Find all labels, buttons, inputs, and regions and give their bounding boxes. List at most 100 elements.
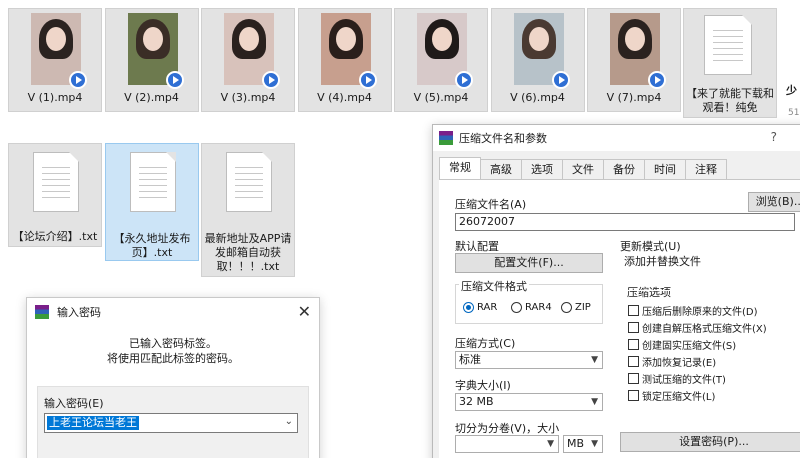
radio-label: RAR4 [525,302,552,313]
checkbox-box [628,390,639,401]
text-file-icon [704,15,752,75]
tab-backup[interactable]: 备份 [603,159,645,179]
chevron-down-icon: ▼ [591,439,598,449]
password-input[interactable]: 上老王论坛当老王 ⌄ [44,413,298,433]
dialog-titlebar[interactable]: 压缩文件名和参数 ? [433,125,800,151]
file-name: 【永久地址发布页】.txt [113,232,191,259]
dictionary-size-value: 32 MB [459,395,494,408]
chevron-down-icon[interactable]: ⌄ [285,416,293,427]
checkbox-solid[interactable]: 创建固实压缩文件(S) [628,337,736,352]
checkbox-delete-after[interactable]: 压缩后删除原来的文件(D) [628,303,758,318]
browse-button[interactable]: 浏览(B)... [748,192,800,212]
edge-text: 少 [786,84,797,97]
checkbox-test[interactable]: 测试压缩的文件(T) [628,371,726,386]
radio-dot [561,302,572,313]
checkbox-recovery[interactable]: 添加恢复记录(E) [628,354,716,369]
file-name: V (1).mp4 [27,91,83,104]
close-icon[interactable]: ✕ [298,302,311,321]
file-name: V (7).mp4 [606,91,662,104]
chevron-down-icon: ▼ [547,439,554,449]
archive-name-label: 压缩文件名(A) [455,198,527,211]
help-icon[interactable]: ? [771,130,777,144]
video-file-tile[interactable]: V (3).mp4 [201,8,295,112]
radio-zip[interactable]: ZIP [561,302,591,313]
file-name: V (6).mp4 [510,91,565,104]
video-file-tile[interactable]: V (5).mp4 [394,8,488,112]
file-name: 【论坛介绍】.txt [12,230,98,243]
file-name: 最新地址及APP请发邮箱自动获取！！！.txt [204,232,292,273]
checkbox-sfx[interactable]: 创建自解压格式压缩文件(X) [628,320,767,335]
radio-dot [463,302,474,313]
profiles-button[interactable]: 配置文件(F)... [455,253,603,273]
checkbox-label: 创建自解压格式压缩文件(X) [642,324,767,335]
video-file-tile[interactable]: V (4).mp4 [297,8,392,112]
split-unit-select[interactable]: MB ▼ [563,435,603,453]
file-name: 【来了就能下载和观看！纯免 [686,87,774,114]
winrar-icon [35,305,49,319]
radio-rar4[interactable]: RAR4 [511,302,552,313]
update-mode-select[interactable]: 添加并替换文件 [620,253,800,271]
text-file-icon [130,152,176,212]
password-panel: 输入密码(E) 上老王论坛当老王 ⌄ [37,386,309,458]
split-volumes-label: 切分为分卷(V)，大小 [455,422,560,435]
file-tile-forum-intro[interactable]: 【论坛介绍】.txt [8,143,102,247]
file-name: V (4).mp4 [317,91,372,104]
tab-advanced[interactable]: 高级 [480,159,522,179]
compression-method-value: 标准 [459,353,481,366]
video-file-tile[interactable]: V (7).mp4 [587,8,681,112]
checkbox-box [628,305,639,316]
checkbox-box [628,322,639,333]
play-badge-icon [551,71,570,89]
archive-name-field[interactable]: 26072007 [455,213,795,231]
play-badge-icon [69,71,87,89]
dialog-title: 输入密码 [57,306,101,319]
play-badge-icon [165,71,184,89]
file-name: V (3).mp4 [220,91,276,104]
file-tile-doc[interactable]: 【来了就能下载和观看！纯免 [683,8,777,118]
enter-password-dialog: 输入密码 ✕ 已输入密码标签。 将使用匹配此标签的密码。 输入密码(E) 上老王… [26,297,320,458]
radio-label: ZIP [575,302,591,313]
video-file-tile[interactable]: V (6).mp4 [490,8,585,112]
checkbox-label: 锁定压缩文件(L) [642,392,716,403]
dialog-titlebar[interactable]: 输入密码 ✕ [27,298,319,326]
thumbnail-face [432,27,452,51]
checkbox-lock[interactable]: 锁定压缩文件(L) [628,388,715,403]
archive-name-dialog: 压缩文件名和参数 ? 常规 高级 选项 文件 备份 时间 注释 压缩文件名(A)… [432,124,800,458]
thumbnail-face [142,27,163,51]
checkbox-label: 测试压缩的文件(T) [642,375,726,386]
file-tile-latest-address[interactable]: 最新地址及APP请发邮箱自动获取！！！.txt [201,143,295,277]
password-value: 上老王论坛当老王 [47,416,139,430]
thumbnail-face [528,27,549,51]
tab-time[interactable]: 时间 [644,159,686,179]
dictionary-size-label: 字典大小(I) [455,379,511,392]
set-password-button[interactable]: 设置密码(P)... [620,432,800,452]
radio-rar[interactable]: RAR [463,302,497,313]
file-name: V (5).mp4 [413,91,469,104]
tab-options[interactable]: 选项 [521,159,563,179]
message-line-1: 已输入密码标签。 [129,337,217,350]
tab-files[interactable]: 文件 [562,159,604,179]
file-tile-perm-address[interactable]: 【永久地址发布页】.txt [105,143,199,261]
thumbnail-face [46,27,66,51]
compression-method-select[interactable]: 标准 ▼ [455,351,603,369]
winrar-icon [439,131,453,145]
password-message: 已输入密码标签。 将使用匹配此标签的密码。 [27,336,319,366]
video-file-tile[interactable]: V (2).mp4 [104,8,199,112]
default-profile-label: 默认配置 [455,240,499,253]
split-size-select[interactable]: ▼ [455,435,559,453]
thumbnail-face [335,27,356,51]
chevron-down-icon: ▼ [591,355,598,365]
text-file-icon [226,152,272,212]
text-file-icon [33,152,79,212]
play-badge-icon [262,71,280,89]
tab-comment[interactable]: 注释 [685,159,727,179]
play-badge-icon [455,71,473,89]
video-file-tile[interactable]: V (1).mp4 [8,8,102,112]
checkbox-box [628,339,639,350]
tab-general[interactable]: 常规 [439,157,481,179]
dictionary-size-select[interactable]: 32 MB ▼ [455,393,603,411]
message-line-2: 将使用匹配此标签的密码。 [107,352,239,365]
thumbnail-face [239,27,259,51]
checkbox-box [628,356,639,367]
tab-bar: 常规 高级 选项 文件 备份 时间 注释 [439,157,727,179]
